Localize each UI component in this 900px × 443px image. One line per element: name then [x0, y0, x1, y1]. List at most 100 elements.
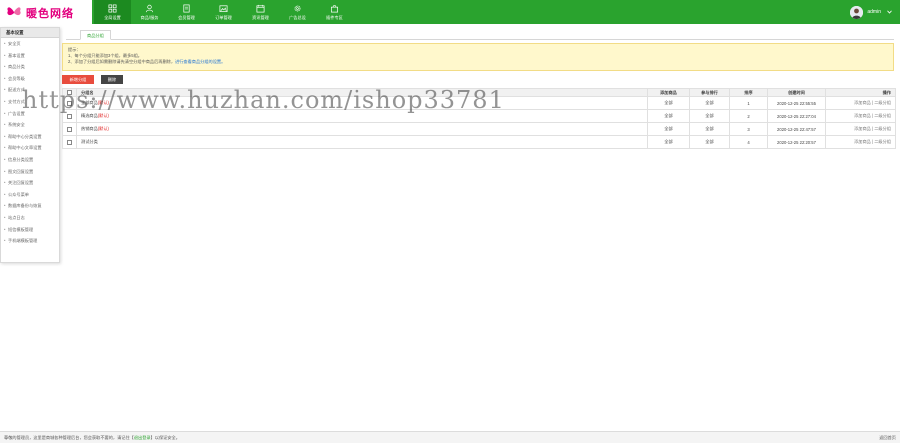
nav-label: 订单管理	[215, 14, 232, 20]
sidebar-menu: 基本设置 安全页基本设置商品分类会员等级配送方式支付方式广告设置系统安全帮助中心…	[0, 27, 60, 263]
avatar-image-icon	[850, 5, 864, 19]
sidebar-item[interactable]: 安全页	[1, 38, 59, 50]
user-menu[interactable]: admin	[850, 5, 892, 19]
col-operations: 操作	[825, 88, 896, 97]
nav-members[interactable]: 会员管理	[168, 0, 205, 24]
chevron-down-icon	[887, 10, 892, 14]
tab-product-groups[interactable]: 商品分组	[80, 30, 111, 40]
notice-box: 提示： 1、每个分组只能添加3个组，最多5组。 2、添加了分组后如需删除请先清空…	[62, 43, 894, 71]
order-cell: 1	[729, 96, 768, 110]
row-checkbox[interactable]	[67, 126, 72, 132]
group-name-cell: 精选商品(默认)	[76, 109, 648, 123]
table-row: 热销商品(默认) 全部 全部 3 2020-12-25 22:47:57 添加商品 | 二…	[62, 122, 896, 136]
group-name: 测试分类	[81, 139, 98, 144]
table-row: 测试分类 全部 全部 4 2020-12-25 22:20:57 添加商品 | 二级分组	[62, 135, 896, 149]
order-cell: 2	[729, 109, 768, 123]
avatar	[850, 5, 864, 19]
operations-cell[interactable]: 添加商品 | 二级分组	[825, 109, 896, 123]
add-products-cell: 全部	[647, 122, 690, 136]
sidebar-item[interactable]: 会员等级	[1, 73, 59, 85]
add-group-button[interactable]: 新增分组	[62, 75, 94, 84]
nav-label: 会员管理	[178, 14, 195, 20]
select-all-checkbox[interactable]	[67, 90, 72, 96]
bag-icon	[330, 4, 339, 12]
sidebar-item[interactable]: 帮助中心分类设置	[1, 131, 59, 143]
nav-label: 全局设置	[104, 14, 121, 20]
col-add-products: 添加商品	[647, 88, 690, 97]
sidebar-item[interactable]: 图文回复设置	[1, 166, 59, 178]
operations-cell[interactable]: 添加商品 | 二级分组	[825, 122, 896, 136]
row-checkbox[interactable]	[67, 113, 72, 119]
row-checkbox-cell[interactable]	[62, 122, 77, 136]
sidebar-title: 基本设置	[1, 28, 59, 38]
group-name-cell: 热销商品(默认)	[76, 122, 648, 136]
notice-link[interactable]: 进行查看商品分组的设置。	[175, 59, 225, 64]
sidebar-item[interactable]: 信息分类设置	[1, 154, 59, 166]
sidebar-item[interactable]: 广告设置	[1, 108, 59, 120]
notice-line-2-text: 2、添加了分组后如需删除请先清空分组中商品后再删除，	[68, 59, 176, 64]
sidebar-item[interactable]: 基本设置	[1, 50, 59, 62]
sidebar-item[interactable]: 系统安全	[1, 119, 59, 131]
sidebar-item[interactable]: 帮助中心文章设置	[1, 142, 59, 154]
nav-label: 广告总设	[289, 14, 306, 20]
logo[interactable]: 暖色网络	[0, 0, 92, 24]
group-name: 全部商品	[81, 100, 98, 105]
nav-label: 商品/服务	[140, 14, 159, 20]
operations-cell[interactable]: 添加商品 | 二级分组	[825, 96, 896, 110]
col-order: 排序	[729, 88, 768, 97]
row-checkbox[interactable]	[67, 139, 72, 145]
logout-link[interactable]: 退出登录	[134, 435, 151, 440]
back-home-link[interactable]: 返回首页	[879, 432, 896, 443]
created-time-cell: 2020-12-25 22:47:57	[767, 122, 826, 136]
table-header-row: 分组名 添加商品 参与排行 排序 创建时间 操作	[62, 88, 896, 97]
nav-ads[interactable]: 广告总设	[279, 0, 316, 24]
footer-text-before: 尊敬的管理员，这里是商城各种管理后台，您会获取不要的，请记住【	[4, 435, 134, 440]
calendar-icon	[256, 4, 265, 12]
sidebar-item[interactable]: 关注回复设置	[1, 177, 59, 189]
footer-bar: 尊敬的管理员，这里是商城各种管理后台，您会获取不要的，请记住【退出登录】以保证安…	[0, 431, 900, 443]
sidebar-item[interactable]: 支付方式	[1, 96, 59, 108]
sidebar-item[interactable]: 手机端模板管理	[1, 235, 59, 247]
sidebar-item[interactable]: 商品分类	[1, 61, 59, 73]
col-group-name: 分组名	[76, 88, 648, 97]
butterfly-logo-icon	[7, 7, 21, 16]
sidebar-item[interactable]: 数据库备份与恢复	[1, 200, 59, 212]
order-cell: 4	[729, 135, 768, 149]
top-navbar: 暖色网络 全局设置 商品/服务 会员管理 订单管理 资讯管理 广告总设 插件专区…	[0, 0, 900, 24]
nav-products[interactable]: 商品/服务	[131, 0, 168, 24]
col-created-time: 创建时间	[767, 88, 826, 97]
ranking-cell: 全部	[689, 122, 730, 136]
group-name-cell: 全部商品(默认)	[76, 96, 648, 110]
document-icon	[183, 4, 190, 12]
row-checkbox-cell[interactable]	[62, 109, 77, 123]
nav-news[interactable]: 资讯管理	[242, 0, 279, 24]
nav-global-settings[interactable]: 全局设置	[94, 0, 131, 24]
sidebar-item[interactable]: 公众号菜单	[1, 189, 59, 201]
image-icon	[219, 4, 228, 12]
group-table: 分组名 添加商品 参与排行 排序 创建时间 操作 全部商品(默认) 全部 全部 1 20…	[62, 88, 896, 149]
nav-orders[interactable]: 订单管理	[205, 0, 242, 24]
row-checkbox-cell[interactable]	[62, 135, 77, 149]
row-checkbox-cell[interactable]	[62, 96, 77, 110]
footer-text-after: 】以保证安全。	[150, 435, 180, 440]
ranking-cell: 全部	[689, 109, 730, 123]
user-icon	[145, 4, 154, 12]
user-name: admin	[867, 9, 881, 15]
add-products-cell: 全部	[647, 135, 690, 149]
table-row: 精选商品(默认) 全部 全部 2 2020-12-25 22:27:04 添加商品 | 二…	[62, 109, 896, 123]
default-tag: (默认)	[97, 100, 109, 105]
ranking-cell: 全部	[689, 135, 730, 149]
order-cell: 3	[729, 122, 768, 136]
table-row: 全部商品(默认) 全部 全部 1 2020-12-25 22:55:55 添加商品 | 二…	[62, 96, 896, 110]
operations-cell[interactable]: 添加商品 | 二级分组	[825, 135, 896, 149]
sidebar-item[interactable]: 配送方式	[1, 84, 59, 96]
group-name: 热销商品	[81, 126, 98, 131]
sidebar-item[interactable]: 短信模板管理	[1, 224, 59, 236]
col-ranking: 参与排行	[689, 88, 730, 97]
delete-button[interactable]: 删除	[101, 75, 123, 84]
nav-plugins[interactable]: 插件专区	[316, 0, 353, 24]
sidebar-item[interactable]: 站点日志	[1, 212, 59, 224]
group-name: 精选商品	[81, 113, 98, 118]
select-all-cell[interactable]	[62, 88, 77, 97]
row-checkbox[interactable]	[67, 100, 72, 106]
